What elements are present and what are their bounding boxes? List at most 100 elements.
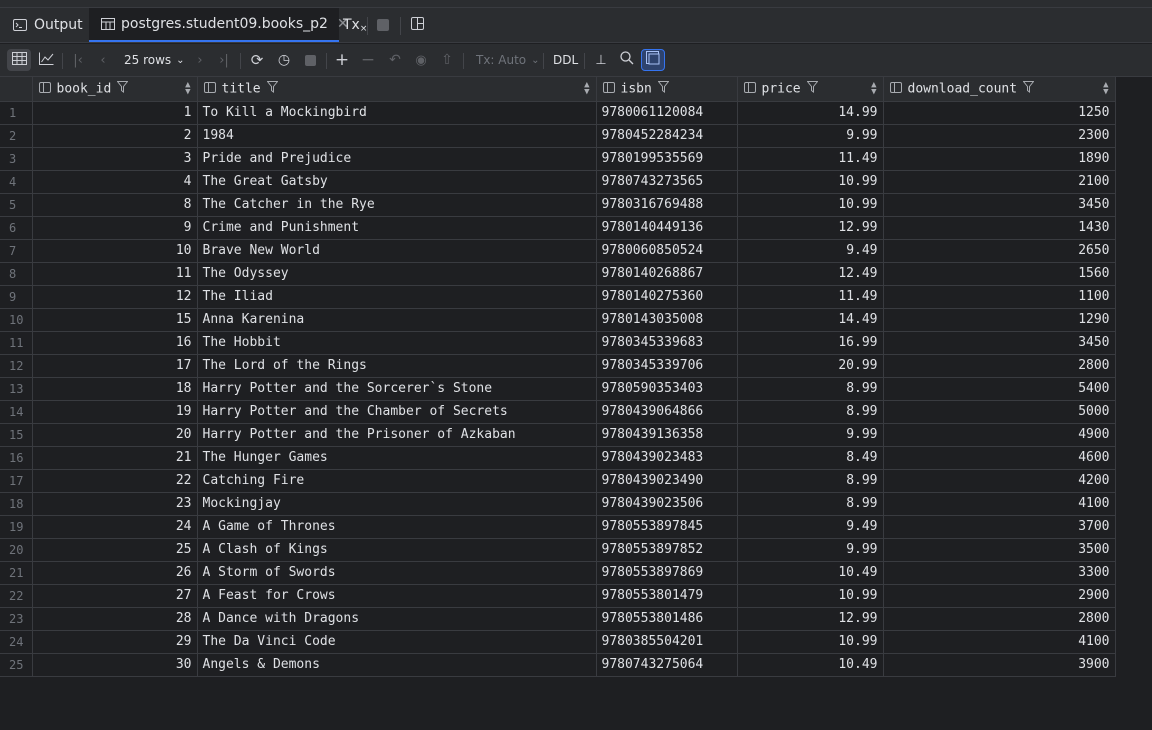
cell-price[interactable]: 11.49 bbox=[737, 147, 884, 171]
column-header-isbn[interactable]: isbn bbox=[596, 77, 738, 102]
cell-isbn[interactable]: 9780143035008 bbox=[596, 308, 738, 332]
cell-title[interactable]: The Hobbit bbox=[197, 331, 597, 355]
cell-title[interactable]: A Storm of Swords bbox=[197, 561, 597, 585]
cell-title[interactable]: Angels & Demons bbox=[197, 653, 597, 677]
cell-book_id[interactable]: 22 bbox=[32, 469, 198, 493]
cell-book_id[interactable]: 1 bbox=[32, 101, 198, 125]
cell-book_id[interactable]: 28 bbox=[32, 607, 198, 631]
sort-icon[interactable]: ▲ ▼ bbox=[584, 81, 589, 97]
cell-price[interactable]: 9.99 bbox=[737, 538, 884, 562]
cell-isbn[interactable]: 9780140275360 bbox=[596, 285, 738, 309]
cell-download_count[interactable]: 1290 bbox=[883, 308, 1116, 332]
column-header-book_id[interactable]: book_id ▲ ▼ bbox=[32, 77, 198, 102]
table-view-button[interactable] bbox=[7, 49, 31, 71]
cell-title[interactable]: The Catcher in the Rye bbox=[197, 193, 597, 217]
transaction-mode-dropdown[interactable]: Tx: Auto ⌄ bbox=[476, 49, 540, 71]
filter-icon[interactable] bbox=[116, 80, 129, 97]
cell-book_id[interactable]: 21 bbox=[32, 446, 198, 470]
cell-price[interactable]: 16.99 bbox=[737, 331, 884, 355]
cell-title[interactable]: Harry Potter and the Prisoner of Azkaban bbox=[197, 423, 597, 447]
cell-isbn[interactable]: 9780590353403 bbox=[596, 377, 738, 401]
cell-title[interactable]: Mockingjay bbox=[197, 492, 597, 516]
cell-download_count[interactable]: 4900 bbox=[883, 423, 1116, 447]
table-row[interactable]: 19 24 A Game of Thrones 9780553897845 9.49 37… bbox=[0, 515, 1116, 539]
cell-title[interactable]: The Lord of the Rings bbox=[197, 354, 597, 378]
cell-isbn[interactable]: 9780439023490 bbox=[596, 469, 738, 493]
filter-icon[interactable] bbox=[806, 80, 819, 97]
cell-isbn[interactable]: 9780553801479 bbox=[596, 584, 738, 608]
refresh-button[interactable]: ⟳ bbox=[246, 49, 268, 71]
table-row[interactable]: 12 17 The Lord of the Rings 9780345339706 20… bbox=[0, 354, 1116, 378]
cell-download_count[interactable]: 3900 bbox=[883, 653, 1116, 677]
cell-price[interactable]: 10.99 bbox=[737, 630, 884, 654]
table-row[interactable]: 5 8 The Catcher in the Rye 9780316769488 10.… bbox=[0, 193, 1116, 217]
cell-book_id[interactable]: 16 bbox=[32, 331, 198, 355]
cell-book_id[interactable]: 30 bbox=[32, 653, 198, 677]
cell-book_id[interactable]: 9 bbox=[32, 216, 198, 240]
cell-book_id[interactable]: 19 bbox=[32, 400, 198, 424]
cell-title[interactable]: The Iliad bbox=[197, 285, 597, 309]
table-row[interactable]: 15 20 Harry Potter and the Prisoner of Azk… bbox=[0, 423, 1116, 447]
table-row[interactable]: 21 26 A Storm of Swords 9780553897869 10.49 3… bbox=[0, 561, 1116, 585]
cell-isbn[interactable]: 9780140268867 bbox=[596, 262, 738, 286]
cell-isbn[interactable]: 9780140449136 bbox=[596, 216, 738, 240]
cell-title[interactable]: 1984 bbox=[197, 124, 597, 148]
tab-books-table[interactable]: postgres.student09.books_p2 ✕ bbox=[89, 8, 349, 42]
cell-download_count[interactable]: 5000 bbox=[883, 400, 1116, 424]
cell-book_id[interactable]: 26 bbox=[32, 561, 198, 585]
cell-title[interactable]: To Kill a Mockingbird bbox=[197, 101, 597, 125]
cell-download_count[interactable]: 5400 bbox=[883, 377, 1116, 401]
history-button[interactable]: ◷ bbox=[273, 49, 295, 71]
cell-isbn[interactable]: 9780439023506 bbox=[596, 492, 738, 516]
preview-button[interactable]: ◉ bbox=[410, 49, 432, 71]
cell-price[interactable]: 8.99 bbox=[737, 377, 884, 401]
cell-download_count[interactable]: 4200 bbox=[883, 469, 1116, 493]
next-page-button[interactable]: › bbox=[189, 49, 211, 71]
cell-download_count[interactable]: 1430 bbox=[883, 216, 1116, 240]
cell-price[interactable]: 8.99 bbox=[737, 492, 884, 516]
table-row[interactable]: 8 11 The Odyssey 9780140268867 12.49 1560 bbox=[0, 262, 1116, 286]
cell-isbn[interactable]: 9780553897852 bbox=[596, 538, 738, 562]
cell-title[interactable]: The Da Vinci Code bbox=[197, 630, 597, 654]
cell-download_count[interactable]: 3700 bbox=[883, 515, 1116, 539]
cell-title[interactable]: Harry Potter and the Chamber of Secrets bbox=[197, 400, 597, 424]
cell-isbn[interactable]: 9780439136358 bbox=[596, 423, 738, 447]
tab-output[interactable]: Output bbox=[12, 8, 83, 42]
cell-book_id[interactable]: 10 bbox=[32, 239, 198, 263]
cell-price[interactable]: 11.49 bbox=[737, 285, 884, 309]
table-row[interactable]: 11 16 The Hobbit 9780345339683 16.99 3450 bbox=[0, 331, 1116, 355]
cell-download_count[interactable]: 3450 bbox=[883, 193, 1116, 217]
cell-download_count[interactable]: 1560 bbox=[883, 262, 1116, 286]
cell-isbn[interactable]: 9780061120084 bbox=[596, 101, 738, 125]
cell-isbn[interactable]: 9780439023483 bbox=[596, 446, 738, 470]
add-row-button[interactable]: + bbox=[331, 49, 353, 71]
cell-title[interactable]: Brave New World bbox=[197, 239, 597, 263]
column-header-download_count[interactable]: download_count ▲ ▼ bbox=[883, 77, 1116, 102]
cell-price[interactable]: 9.99 bbox=[737, 124, 884, 148]
cell-download_count[interactable]: 2800 bbox=[883, 607, 1116, 631]
cell-book_id[interactable]: 23 bbox=[32, 492, 198, 516]
ddl-button[interactable]: DDL bbox=[553, 49, 578, 71]
search-button[interactable] bbox=[616, 49, 638, 71]
cell-isbn[interactable]: 9780316769488 bbox=[596, 193, 738, 217]
layout-button[interactable] bbox=[411, 8, 424, 42]
table-row[interactable]: 3 3 Pride and Prejudice 9780199535569 11.49 1… bbox=[0, 147, 1116, 171]
submit-button[interactable]: ⇧ bbox=[436, 49, 458, 71]
sort-icon[interactable]: ▲ ▼ bbox=[1103, 81, 1108, 97]
cell-price[interactable]: 9.99 bbox=[737, 423, 884, 447]
view-settings-button[interactable] bbox=[641, 49, 665, 71]
table-row[interactable]: 20 25 A Clash of Kings 9780553897852 9.99 350… bbox=[0, 538, 1116, 562]
cell-isbn[interactable]: 9780452284234 bbox=[596, 124, 738, 148]
cell-download_count[interactable]: 4600 bbox=[883, 446, 1116, 470]
cell-price[interactable]: 8.99 bbox=[737, 400, 884, 424]
table-row[interactable]: 25 30 Angels & Demons 9780743275064 10.49 390… bbox=[0, 653, 1116, 677]
cell-download_count[interactable]: 3300 bbox=[883, 561, 1116, 585]
cell-book_id[interactable]: 11 bbox=[32, 262, 198, 286]
stop-button[interactable] bbox=[377, 8, 389, 42]
cell-isbn[interactable]: 9780060850524 bbox=[596, 239, 738, 263]
cell-book_id[interactable]: 29 bbox=[32, 630, 198, 654]
cell-download_count[interactable]: 2100 bbox=[883, 170, 1116, 194]
table-row[interactable]: 24 29 The Da Vinci Code 9780385504201 10.99 4… bbox=[0, 630, 1116, 654]
cell-title[interactable]: A Clash of Kings bbox=[197, 538, 597, 562]
cell-isbn[interactable]: 9780385504201 bbox=[596, 630, 738, 654]
